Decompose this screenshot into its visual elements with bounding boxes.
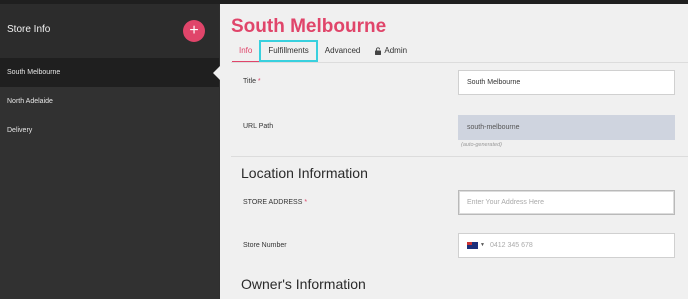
owner-section-title: Owner's Information: [241, 276, 366, 292]
store-number-placeholder: 0412 345 678: [489, 242, 533, 249]
store-address-label: STORE ADDRESS *: [243, 199, 307, 206]
store-address-label-text: STORE ADDRESS: [243, 199, 303, 206]
title-input[interactable]: South Melbourne: [458, 70, 675, 95]
sidebar-item-north-adelaide[interactable]: North Adelaide: [0, 87, 219, 116]
australia-flag-icon[interactable]: [467, 242, 478, 249]
store-address-input[interactable]: Enter Your Address Here: [458, 190, 675, 215]
plus-icon: +: [189, 22, 199, 39]
store-number-input[interactable]: ▼ 0412 345 678: [458, 233, 675, 258]
tab-advanced[interactable]: Advanced: [318, 40, 368, 62]
tab-info[interactable]: Info: [232, 40, 260, 62]
url-path-hint: (auto-generated): [461, 142, 502, 148]
location-section-title: Location Information: [241, 165, 368, 181]
sidebar-item-south-melbourne[interactable]: South Melbourne: [0, 58, 220, 87]
tab-admin[interactable]: Admin: [367, 40, 414, 62]
sidebar-header: Store Info +: [0, 4, 219, 58]
tab-fulfillments[interactable]: Fulfillments: [259, 40, 318, 62]
store-number-label: Store Number: [243, 242, 287, 249]
sidebar: Store Info + South Melbourne North Adela…: [0, 4, 220, 299]
page-title: South Melbourne: [231, 16, 387, 37]
phone-input-inner: ▼ 0412 345 678: [467, 234, 666, 257]
tab-admin-label: Admin: [384, 46, 408, 55]
sidebar-title: Store Info: [7, 24, 51, 35]
sidebar-item-delivery[interactable]: Delivery: [0, 116, 219, 145]
tabs-divider: [231, 62, 688, 63]
section-divider: [231, 156, 688, 157]
tab-bar: Info Fulfillments Advanced Admin: [232, 40, 414, 62]
add-store-button[interactable]: +: [183, 20, 205, 42]
sidebar-list: South Melbourne North Adelaide Delivery: [0, 58, 220, 145]
title-label-text: Title: [243, 78, 256, 85]
chevron-down-icon[interactable]: ▼: [480, 234, 485, 257]
store-address-placeholder: Enter Your Address Here: [467, 199, 545, 206]
url-path-label: URL Path: [243, 123, 274, 130]
required-mark: *: [304, 199, 308, 206]
required-mark: *: [257, 78, 261, 85]
url-path-input: south-melbourne: [458, 115, 675, 140]
lock-icon: [374, 47, 382, 55]
main-panel: South Melbourne Info Fulfillments Advanc…: [220, 4, 688, 299]
title-label: Title *: [243, 78, 261, 85]
